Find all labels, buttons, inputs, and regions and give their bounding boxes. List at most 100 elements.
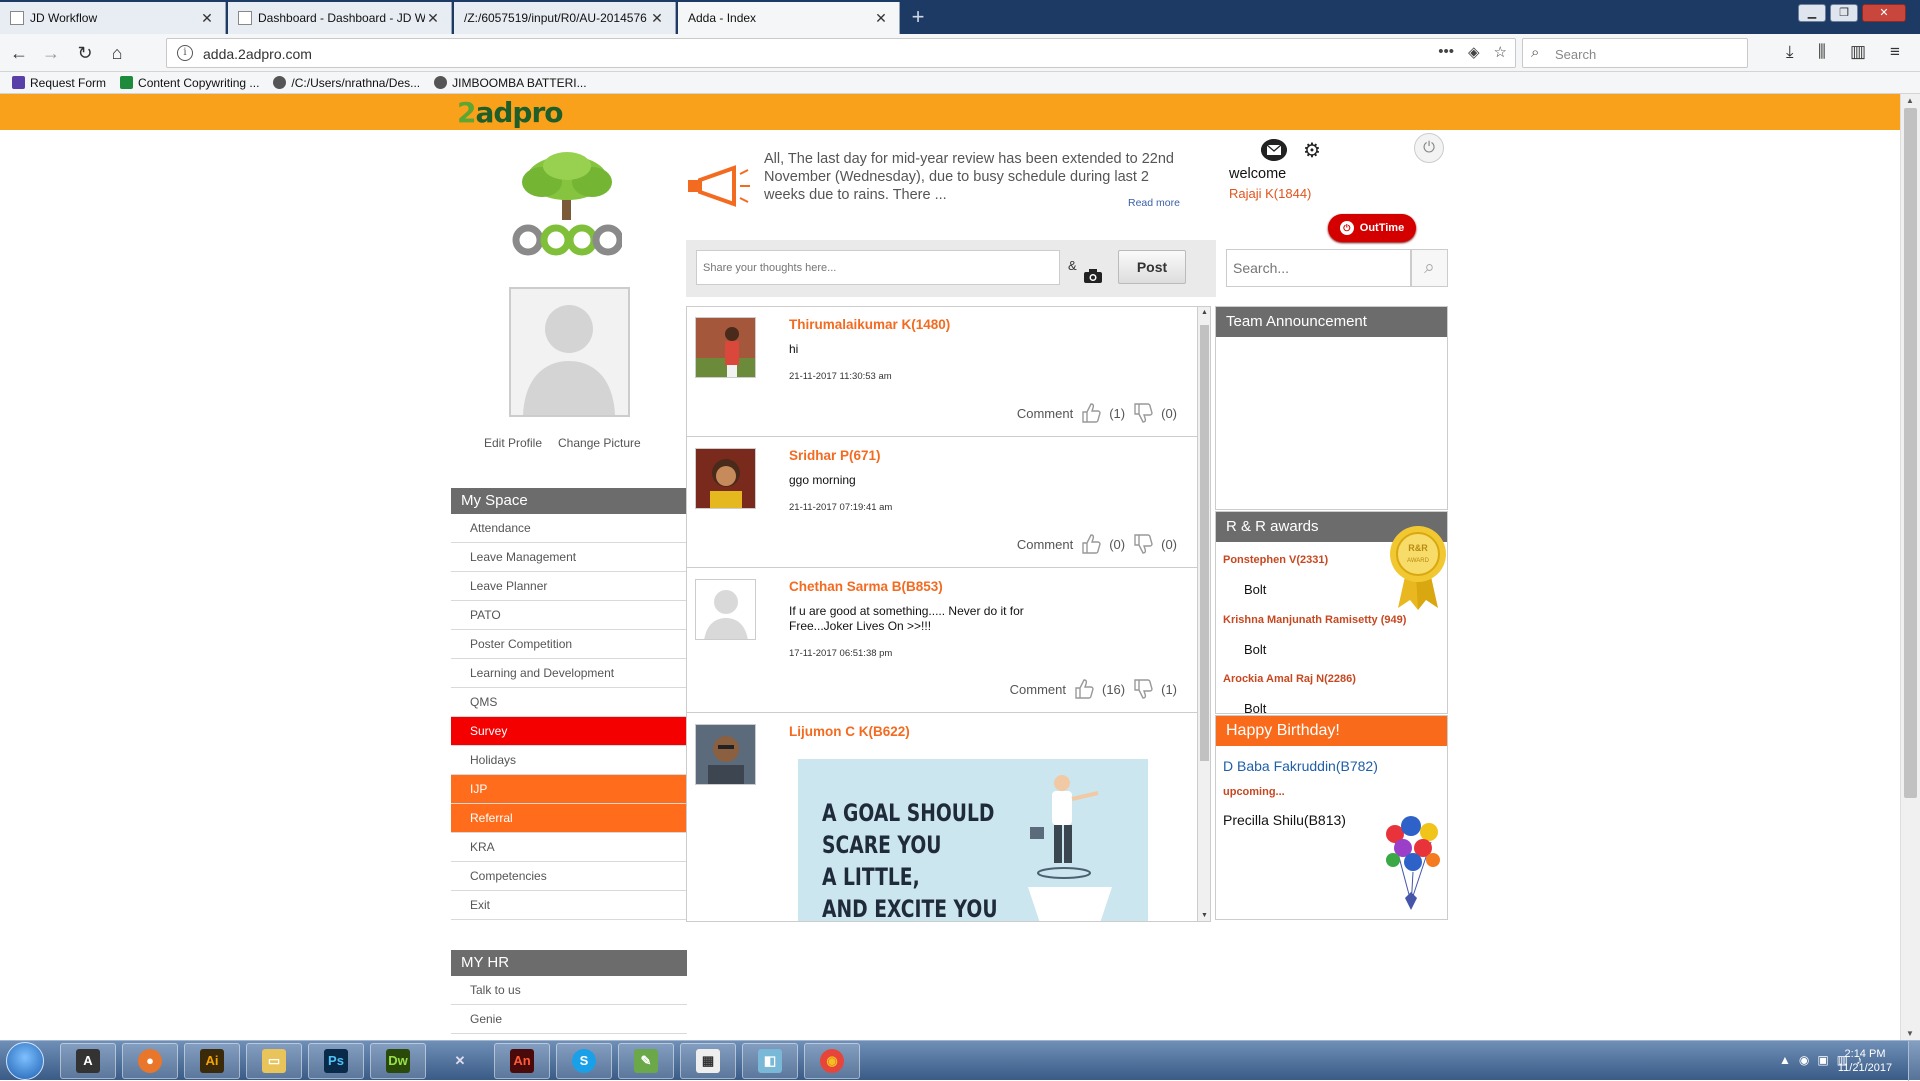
- profile-picture[interactable]: [509, 287, 630, 417]
- back-button[interactable]: ←: [8, 42, 30, 64]
- avatar[interactable]: [695, 579, 756, 640]
- motivational-post-image[interactable]: A GOAL SHOULD SCARE YOU A LITTLE, AND EX…: [798, 759, 1148, 921]
- forward-button[interactable]: →: [40, 42, 62, 64]
- sidebar-item-genie[interactable]: Genie: [451, 1005, 687, 1034]
- downloads-icon[interactable]: ⤓: [1786, 42, 1794, 62]
- change-picture-link[interactable]: Change Picture: [558, 436, 641, 450]
- tab-close-icon[interactable]: ✕: [873, 10, 889, 27]
- scrollbar-thumb[interactable]: [1904, 108, 1917, 798]
- thumbs-down-icon[interactable]: [1133, 534, 1153, 554]
- address-bar[interactable]: i adda.2adpro.com ••• ◈ ☆: [166, 38, 1516, 68]
- search-icon[interactable]: ⌕: [1411, 249, 1448, 287]
- browser-tab[interactable]: Dashboard - Dashboard - JD W ✕: [228, 2, 452, 34]
- sidebar-item-ijp[interactable]: IJP: [451, 775, 687, 804]
- taskbar-app-dreamweaver[interactable]: Dw: [370, 1043, 426, 1079]
- avatar[interactable]: [695, 317, 756, 378]
- system-clock[interactable]: 2:14 PM 11/21/2017: [1828, 1047, 1902, 1075]
- page-scrollbar[interactable]: ▲ ▼: [1900, 94, 1920, 1040]
- maximize-button[interactable]: ❐: [1830, 4, 1858, 22]
- out-time-button[interactable]: ⏻ OutTime: [1328, 214, 1416, 242]
- page-actions-icon[interactable]: •••: [1438, 43, 1454, 61]
- sidebar-item-attendance[interactable]: Attendance: [451, 514, 687, 543]
- url-text[interactable]: adda.2adpro.com: [203, 46, 312, 62]
- sidebar-item-referral[interactable]: Referral: [451, 804, 687, 833]
- scroll-up-icon[interactable]: ▲: [1201, 309, 1208, 316]
- read-more-link[interactable]: Read more: [1128, 197, 1180, 209]
- scrollbar-thumb[interactable]: [1200, 325, 1209, 761]
- taskbar-app-fonts[interactable]: A: [60, 1043, 116, 1079]
- thumbs-up-icon[interactable]: [1074, 679, 1094, 699]
- reload-button[interactable]: ↻: [74, 42, 96, 64]
- award-winner-name[interactable]: Arockia Amal Raj N(2286): [1223, 673, 1356, 685]
- taskbar-app-files[interactable]: ◧: [742, 1043, 798, 1079]
- browser-tab[interactable]: /Z:/6057519/input/R0/AU-2014576 ✕: [454, 2, 676, 34]
- info-icon[interactable]: i: [177, 45, 193, 61]
- edit-profile-link[interactable]: Edit Profile: [484, 436, 542, 450]
- sidebar-item-pato[interactable]: PATO: [451, 601, 687, 630]
- sidebar-toggle-icon[interactable]: ▥: [1850, 42, 1866, 62]
- menu-icon[interactable]: ≡: [1890, 42, 1900, 62]
- sidebar-item-competencies[interactable]: Competencies: [451, 862, 687, 891]
- sidebar-item-leave-management[interactable]: Leave Management: [451, 543, 687, 572]
- sidebar-item-learning-and-development[interactable]: Learning and Development: [451, 659, 687, 688]
- post-button[interactable]: Post: [1118, 250, 1186, 284]
- mail-icon[interactable]: [1261, 139, 1287, 161]
- sidebar-item-survey[interactable]: Survey: [451, 717, 687, 746]
- post-author[interactable]: Sridhar P(671): [789, 448, 881, 463]
- taskbar-app-calendar[interactable]: ▦: [680, 1043, 736, 1079]
- award-winner-name[interactable]: Ponstephen V(2331): [1223, 554, 1328, 566]
- tray-expand-icon[interactable]: ▲: [1779, 1053, 1791, 1067]
- library-icon[interactable]: ⫼: [1818, 42, 1826, 62]
- sidebar-item-leave-planner[interactable]: Leave Planner: [451, 572, 687, 601]
- thumbs-down-icon[interactable]: [1133, 679, 1153, 699]
- sidebar-item-qms[interactable]: QMS: [451, 688, 687, 717]
- taskbar-app-photoshop[interactable]: Ps: [308, 1043, 364, 1079]
- home-button[interactable]: ⌂: [106, 42, 128, 64]
- sidebar-item-kra[interactable]: KRA: [451, 833, 687, 862]
- comment-link[interactable]: Comment: [1017, 406, 1073, 421]
- comment-link[interactable]: Comment: [1017, 537, 1073, 552]
- tab-close-icon[interactable]: ✕: [199, 10, 215, 27]
- gear-icon[interactable]: ⚙: [1303, 138, 1321, 163]
- sidebar-item-poster-competition[interactable]: Poster Competition: [451, 630, 687, 659]
- scroll-down-icon[interactable]: ▼: [1201, 912, 1208, 919]
- post-author[interactable]: Chethan Sarma B(B853): [789, 579, 943, 594]
- sidebar-item-talk-to-us[interactable]: Talk to us: [451, 976, 687, 1005]
- camera-icon[interactable]: [1084, 269, 1102, 283]
- 2adpro-logo[interactable]: 2adpro: [457, 96, 564, 129]
- post-author[interactable]: Thirumalaikumar K(1480): [789, 317, 950, 332]
- thumbs-up-icon[interactable]: [1081, 403, 1101, 423]
- sidebar-item-holidays[interactable]: Holidays: [451, 746, 687, 775]
- pocket-icon[interactable]: ◈: [1468, 43, 1480, 61]
- power-icon[interactable]: ⏻: [1414, 133, 1444, 163]
- birthday-person[interactable]: D Baba Fakruddin(B782): [1223, 758, 1378, 774]
- thumbs-down-icon[interactable]: [1133, 403, 1153, 423]
- tray-chrome-icon[interactable]: ◉: [1799, 1053, 1809, 1067]
- tab-close-icon[interactable]: ✕: [425, 10, 441, 27]
- site-search-input[interactable]: [1226, 249, 1411, 287]
- browser-search-box[interactable]: ⌕ Search: [1522, 38, 1748, 68]
- share-thoughts-input[interactable]: [696, 250, 1060, 285]
- start-button[interactable]: [6, 1042, 44, 1080]
- taskbar-app-xd[interactable]: ✕: [432, 1043, 488, 1079]
- thumbs-up-icon[interactable]: [1081, 534, 1101, 554]
- upcoming-birthday-person[interactable]: Precilla Shilu(B813): [1223, 812, 1346, 828]
- new-tab-button[interactable]: +: [904, 4, 932, 32]
- scroll-down-icon[interactable]: ▼: [1906, 1029, 1914, 1038]
- browser-tab-active[interactable]: Adda - Index ✕: [678, 2, 900, 34]
- scroll-up-icon[interactable]: ▲: [1906, 96, 1914, 105]
- browser-tab[interactable]: JD Workflow ✕: [0, 2, 226, 34]
- sidebar-item-exit[interactable]: Exit: [451, 891, 687, 920]
- bookmark-item[interactable]: /C:/Users/nrathna/Des...: [273, 76, 420, 90]
- taskbar-app-skype[interactable]: S: [556, 1043, 612, 1079]
- taskbar-app-notepad[interactable]: ✎: [618, 1043, 674, 1079]
- window-close-button[interactable]: ✕: [1862, 4, 1906, 22]
- post-author[interactable]: Lijumon C K(B622): [789, 724, 910, 739]
- bookmark-star-icon[interactable]: ☆: [1494, 43, 1507, 61]
- show-desktop-button[interactable]: [1908, 1041, 1920, 1081]
- tray-app-icon[interactable]: ▣: [1817, 1053, 1828, 1067]
- taskbar-app-animate[interactable]: An: [494, 1043, 550, 1079]
- bookmark-item[interactable]: Request Form: [12, 76, 106, 90]
- tab-close-icon[interactable]: ✕: [649, 10, 665, 27]
- minimize-button[interactable]: ▁: [1798, 4, 1826, 22]
